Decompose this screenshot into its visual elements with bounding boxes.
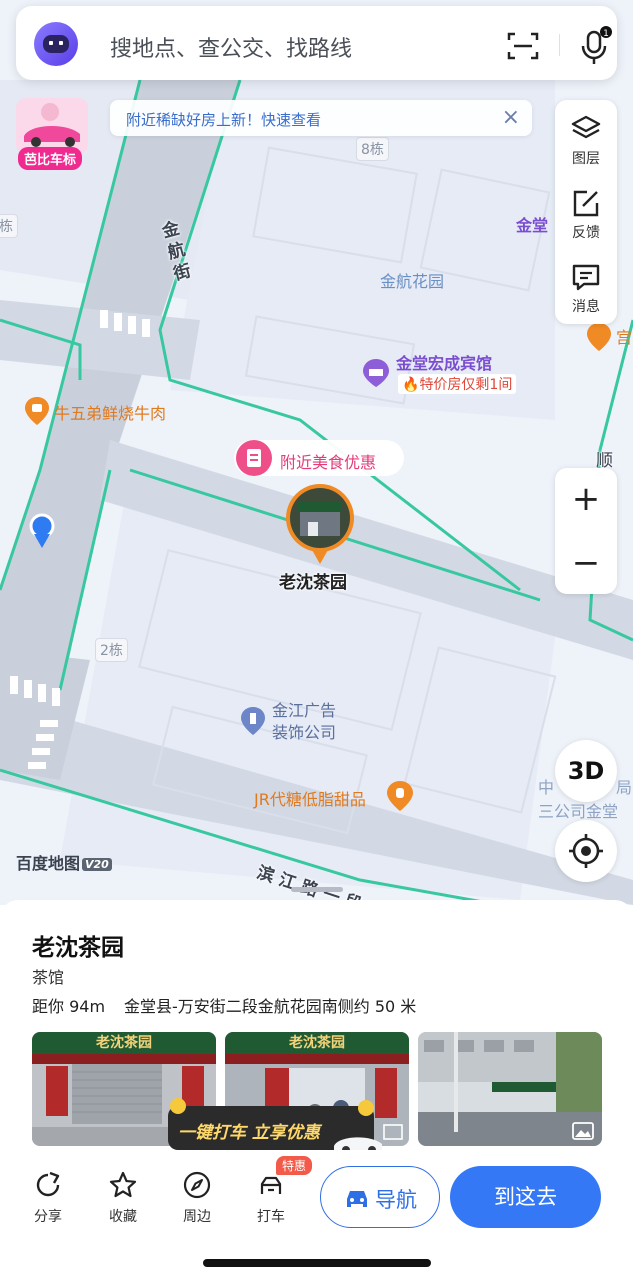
building-tag: 栋 [0,214,18,238]
edge-label-bureau-c: 三公司金堂 [538,802,619,821]
crosshair-icon [569,834,603,868]
feedback-button[interactable]: 反馈 [555,178,617,250]
barbie-promo[interactable]: 芭比车标 [14,96,90,172]
zoom-control: + − [555,468,617,594]
taxi-deal-badge: 特惠 [276,1156,313,1175]
edge-label-bureau-b: 局 [616,778,633,797]
favorite-button[interactable]: 收藏 [93,1170,153,1226]
hotel-name: 金堂宏成宾馆 [396,354,493,373]
go-here-button[interactable]: 到这去 [450,1166,601,1228]
messages-label: 消息 [572,299,600,315]
promo-badge: 芭比车标 [18,147,83,170]
poi-photo[interactable] [418,1032,602,1146]
map-tools: 图层 反馈 消息 [555,100,617,324]
dessert-icon [387,781,413,811]
nearby-label: 周边 [183,1209,211,1225]
poi-category: 茶馆 [32,968,65,987]
building-tag: 2栋 [95,638,128,662]
selected-poi-marker[interactable] [284,482,356,566]
favorite-label: 收藏 [109,1209,137,1225]
navigate-button[interactable]: 导航 [320,1166,440,1228]
map-view[interactable]: 8栋 2栋 栋 金航街 滨江路一段 顺 金航花园 金堂宏成宾馆 🔥特价房仅剩1间… [0,0,633,905]
company-icon [241,707,265,735]
zoom-out-button[interactable]: − [555,532,617,594]
taxi-button[interactable]: 打车 [241,1170,301,1226]
sheet-drag-handle[interactable] [291,887,343,892]
banner-text: 附近稀缺好房上新！快速查看 [126,111,322,129]
edge-label-palace: 宫 [616,328,633,347]
feedback-label: 反馈 [572,225,600,241]
navigate-label: 导航 [375,1188,417,1212]
locate-button[interactable] [555,820,617,882]
dessert-name: JR代糖低脂甜品 [254,790,366,809]
taxi-promo-text: 一键打车 立享优惠 [178,1123,320,1143]
gallery-icon [572,1122,594,1140]
selected-poi-label: 老沈茶园 [279,573,347,593]
poi-distance: 距你 94m [32,997,106,1016]
food-icon [587,323,611,351]
map-watermark: 百度地图 V20 [16,850,112,874]
message-icon [572,264,600,291]
layers-label: 图层 [572,151,600,167]
search-bar[interactable]: 搜地点、查公交、找路线 1 [16,6,617,80]
nearby-button[interactable]: 周边 [167,1170,227,1226]
edge-label-bureau-a: 中 [538,778,555,797]
edit-icon [573,190,599,217]
share-icon [36,1171,60,1197]
mic-badge: 1 [603,29,609,39]
3d-toggle-button[interactable]: 3D [555,740,617,802]
community-label: 金航花园 [380,272,445,291]
star-icon [109,1171,137,1198]
image-icon [383,1124,403,1140]
messages-button[interactable]: 消息 [555,252,617,324]
poi-title: 老沈茶园 [32,935,124,961]
share-button[interactable]: 分享 [18,1170,78,1226]
beef-name: 牛五弟鲜烧牛肉 [54,404,167,423]
photo-sign: 老沈茶园 [225,1032,409,1054]
edge-label-jintang: 金堂 [516,216,549,235]
photo-sign: 老沈茶园 [32,1032,216,1054]
scan-icon[interactable] [506,30,540,62]
microphone-icon[interactable]: 1 [578,26,614,66]
car-nav-icon [347,1191,367,1207]
home-indicator[interactable] [203,1259,431,1267]
coupon-icon [236,440,272,476]
hotel-deal: 🔥特价房仅剩1间 [398,374,517,394]
food-deal-label: 附近美食优惠 [280,453,377,472]
poi-address: 金堂县-万安街二段金航花园南侧约 50 米 [124,997,417,1016]
coin-icon [170,1098,186,1114]
hotel-icon [363,359,389,387]
coin-icon [358,1100,374,1116]
zoom-in-button[interactable]: + [555,468,617,530]
close-icon[interactable]: × [502,105,520,130]
search-input[interactable]: 搜地点、查公交、找路线 [110,31,352,63]
ad-company-name: 金江广告 装饰公司 [272,701,337,742]
assistant-robot-icon[interactable] [32,20,80,68]
dessert-poi[interactable]: JR代糖低脂甜品 [254,781,413,811]
restaurant-icon [25,397,49,425]
share-label: 分享 [34,1209,62,1225]
nearby-food-deal[interactable]: 附近美食优惠 [234,440,404,476]
layers-icon [571,115,601,139]
taxi-promo-tooltip[interactable]: 一键打车 立享优惠 [168,1098,382,1154]
taxi-label: 打车 [257,1209,285,1225]
compass-icon [183,1171,211,1199]
building-tag: 8栋 [356,137,389,161]
layers-button[interactable]: 图层 [555,104,617,176]
promo-banner[interactable]: 附近稀缺好房上新！快速查看 × [110,100,532,136]
search-divider [559,34,560,56]
